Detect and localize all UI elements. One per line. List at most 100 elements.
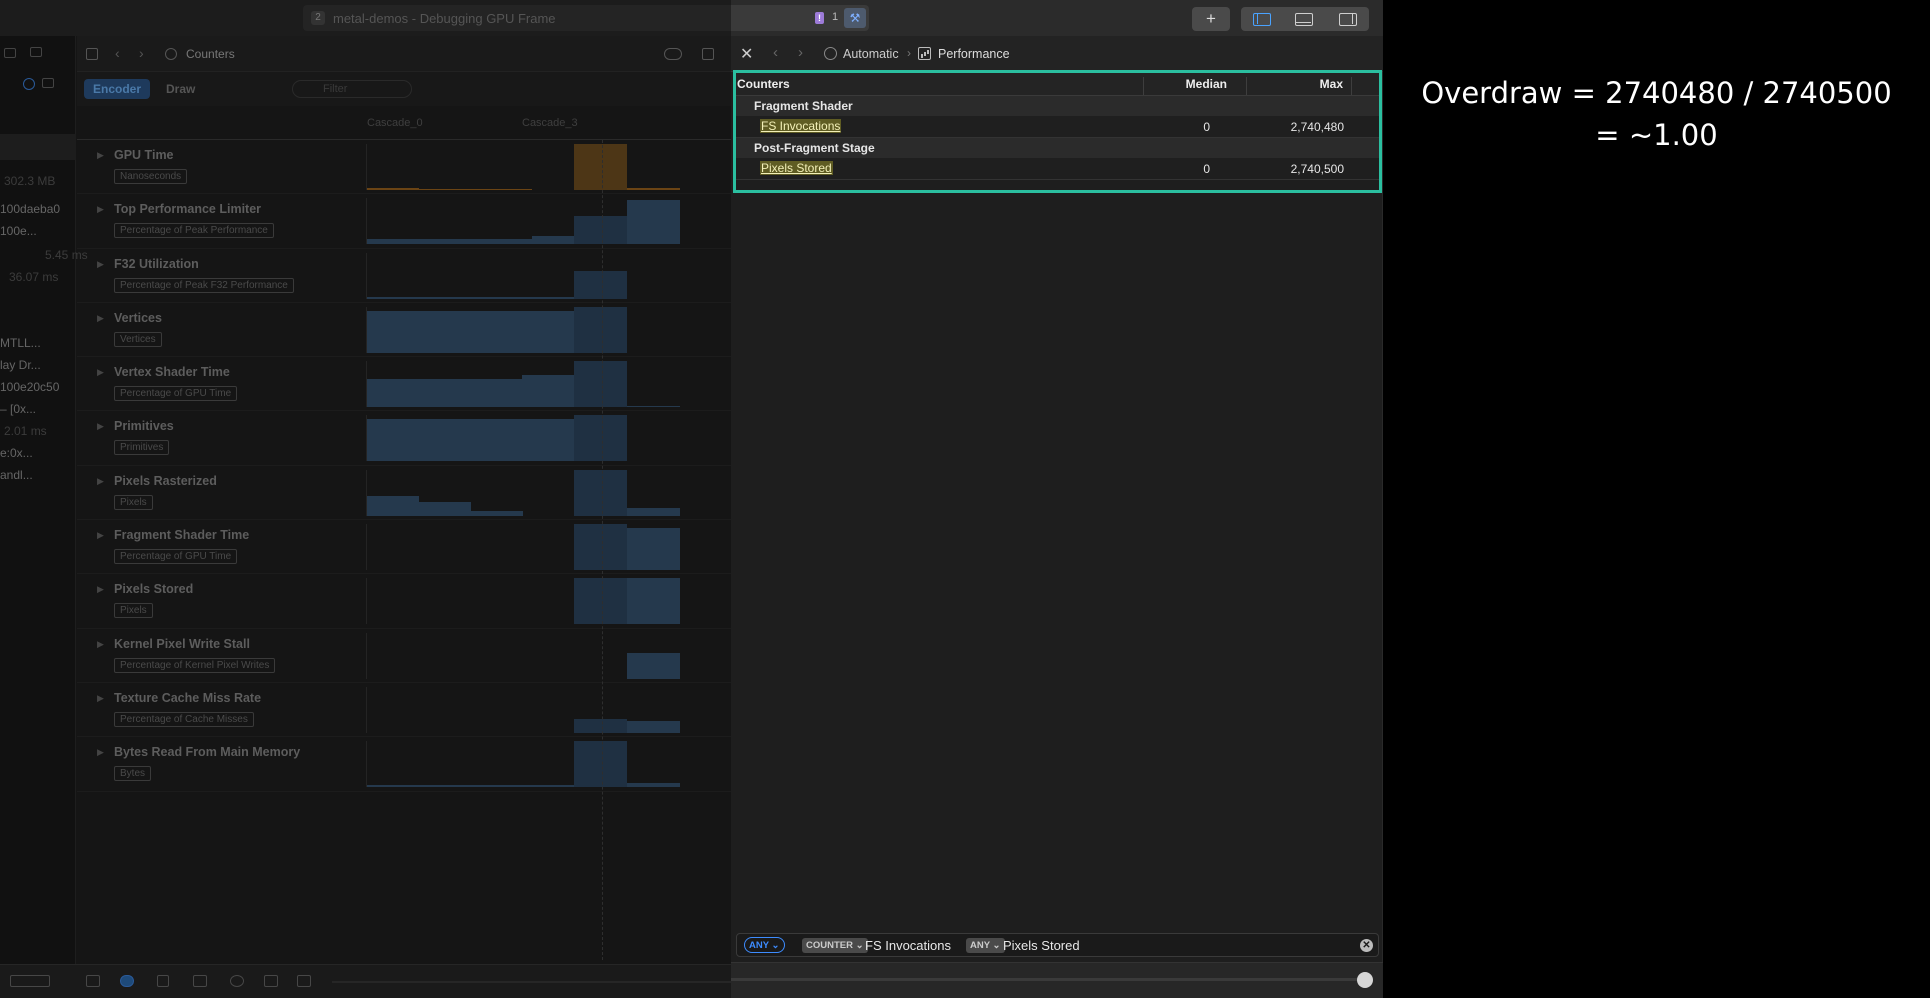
capture-icon[interactable] (86, 975, 100, 987)
sparkline-bar (627, 406, 680, 408)
counter-row[interactable]: ▶ Texture Cache Miss Rate Percentage of Ca… (77, 683, 731, 738)
split-view-icon[interactable] (702, 48, 714, 60)
disclosure-triangle-icon[interactable]: ▶ (97, 584, 104, 595)
counter-row[interactable]: ▶ Fragment Shader Time Percentage of GPU T… (77, 520, 731, 575)
left-panel-icon[interactable] (1253, 13, 1271, 26)
back-chevron-icon[interactable]: ‹ (773, 44, 778, 61)
tab-encoder[interactable]: Encoder (84, 79, 151, 99)
disclosure-triangle-icon[interactable]: ▶ (97, 150, 104, 161)
debug-navigator: 302.3 MB 100daeba0 100e... 5.45 ms 36.07 ms M… (0, 36, 88, 998)
step-icon[interactable] (297, 975, 311, 987)
counter-sparkline (366, 361, 731, 408)
filter-token-any[interactable]: ANY ⌄ (966, 938, 1005, 953)
grid-view-icon[interactable] (86, 48, 98, 60)
counter-row[interactable]: ▶ Bytes Read From Main Memory Bytes (77, 737, 731, 792)
counter-row[interactable]: ▶ Primitives Primitives (77, 411, 731, 466)
sparkline-bar (627, 652, 680, 679)
filter-text[interactable]: Pixels Stored (1003, 938, 1080, 953)
disclosure-triangle-icon[interactable]: ▶ (97, 367, 104, 378)
rewind-icon[interactable] (264, 975, 278, 987)
disclosure-triangle-icon[interactable]: ▶ (97, 747, 104, 758)
sparkline-bar (574, 361, 627, 408)
sparkline-bar (627, 528, 680, 571)
sparkline-bar (574, 741, 627, 788)
counter-sparkline (366, 524, 731, 571)
grid-icon[interactable] (42, 78, 54, 88)
sparkline-bar (574, 270, 627, 299)
filter-toggle-icon[interactable] (10, 975, 50, 987)
sparkline-bar (532, 236, 574, 245)
counter-row[interactable]: ▶ Vertices Vertices (77, 303, 731, 358)
bottom-panel-icon[interactable] (1295, 13, 1313, 26)
issues-badge[interactable]: ! (815, 12, 824, 24)
disclosure-triangle-icon[interactable]: ▶ (97, 259, 104, 270)
counter-name: Top Performance Limiter (114, 202, 262, 217)
filter-token-counter[interactable]: COUNTER ⌄ (802, 938, 868, 953)
disclosure-triangle-icon[interactable]: ▶ (97, 693, 104, 704)
navigator-item[interactable]: andl... (0, 468, 33, 482)
breadcrumb-automatic[interactable]: Automatic (843, 47, 899, 61)
back-chevron-icon[interactable]: ‹ (115, 45, 120, 61)
navigator-icon[interactable] (4, 48, 16, 58)
counter-row[interactable]: ▶ Kernel Pixel Write Stall Percentage of K… (77, 629, 731, 683)
navigator-item[interactable]: e:0x... (0, 446, 33, 460)
navigator-item[interactable]: 2.01 ms (4, 424, 47, 438)
delete-icon[interactable] (193, 975, 207, 987)
timeline-scrubber[interactable] (332, 981, 731, 983)
sparkline-bar (419, 501, 471, 516)
title-index: 2 (311, 11, 325, 25)
sparkline-bar (574, 578, 627, 625)
navigator-item[interactable]: lay Dr... (0, 358, 41, 372)
counter-row[interactable]: ▶ Pixels Rasterized Pixels (77, 466, 731, 521)
disclosure-triangle-icon[interactable]: ▶ (97, 639, 104, 650)
disclosure-triangle-icon[interactable]: ▶ (97, 421, 104, 432)
disclosure-triangle-icon[interactable]: ▶ (97, 530, 104, 541)
sparkline-bar (419, 189, 532, 190)
forward-chevron-icon[interactable]: › (139, 45, 144, 61)
navigator-item[interactable]: 36.07 ms (9, 270, 58, 284)
add-button[interactable]: + (1192, 7, 1230, 31)
window-titlebar-right: ! 1 ⚒ + (731, 0, 1383, 36)
filter-token-any[interactable]: ANY ⌄ (744, 937, 785, 953)
navigator-item[interactable]: 100e20c50 (0, 380, 59, 394)
scrubber-track[interactable] (731, 978, 1361, 981)
counter-filter-bar[interactable]: ANY ⌄ COUNTER ⌄ FS Invocations ANY ⌄ Pix… (736, 933, 1379, 957)
close-icon[interactable]: ✕ (740, 44, 753, 64)
right-panel-icon[interactable] (1339, 13, 1357, 26)
forward-chevron-icon[interactable]: › (798, 44, 803, 61)
info-icon[interactable] (23, 78, 35, 90)
counters-list: ▶ GPU Time Nanoseconds ▶ Top Performance Lim… (77, 140, 731, 792)
counter-name: Vertices (114, 310, 162, 325)
clear-filter-icon[interactable]: ✕ (1360, 939, 1373, 952)
scrubber-knob[interactable] (1357, 972, 1373, 988)
counter-name: Vertex Shader Time (114, 365, 230, 380)
tab-draw[interactable]: Draw (157, 79, 204, 99)
counter-row[interactable]: ▶ Vertex Shader Time Percentage of GPU Tim… (77, 357, 731, 412)
counter-row[interactable]: ▶ Pixels Stored Pixels (77, 574, 731, 629)
breadcrumb-performance[interactable]: Performance (938, 47, 1010, 61)
disclosure-triangle-icon[interactable]: ▶ (97, 476, 104, 487)
overlay-icon[interactable] (664, 48, 682, 60)
comment-icon[interactable] (30, 47, 42, 57)
stop-icon[interactable] (157, 975, 169, 987)
filter-input[interactable]: Filter (292, 80, 412, 98)
navigator-item[interactable]: MTLL... (0, 336, 41, 350)
filter-text[interactable]: FS Invocations (865, 938, 951, 953)
counter-row[interactable]: ▶ F32 Utilization Percentage of Peak F32 P… (77, 249, 731, 303)
gpu-frame-debugger-background: 2 metal-demos - Debugging GPU Frame 302.… (0, 0, 731, 998)
counter-name: Bytes Read From Main Memory (114, 745, 301, 760)
navigator-item[interactable]: 100daeba0 (0, 202, 60, 216)
counter-row[interactable]: ▶ Top Performance Limiter Percentage of Pe… (77, 194, 731, 249)
reload-icon[interactable] (230, 975, 244, 987)
navigator-item[interactable]: 302.3 MB (4, 174, 55, 188)
disclosure-triangle-icon[interactable]: ▶ (97, 313, 104, 324)
disclosure-triangle-icon[interactable]: ▶ (97, 204, 104, 215)
counter-row[interactable]: ▶ GPU Time Nanoseconds (77, 140, 731, 195)
navigator-item[interactable]: – [0x... (0, 402, 36, 416)
sparkline-bar (574, 718, 627, 733)
tag-icon[interactable] (120, 975, 134, 987)
counter-sparkline (366, 578, 731, 625)
debug-tool-icon[interactable]: ⚒ (844, 8, 866, 28)
navigator-item[interactable]: 100e... (0, 224, 37, 238)
annotation-line-2: = ~1.00 (1595, 118, 1718, 152)
